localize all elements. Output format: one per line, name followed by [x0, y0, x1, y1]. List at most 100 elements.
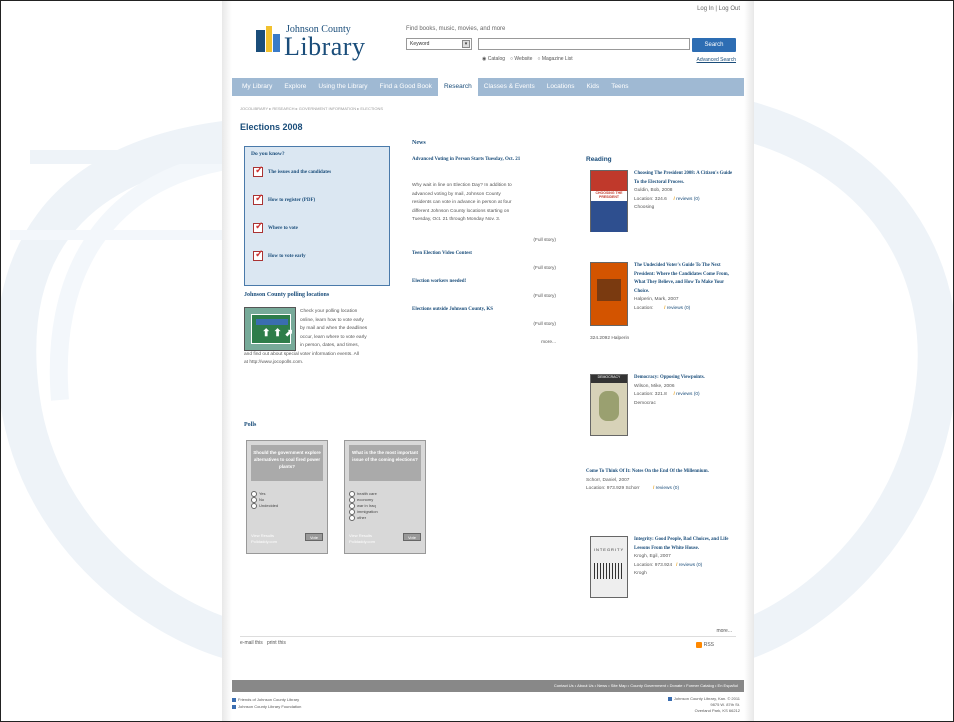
login-logout-links[interactable]: Log In | Log Out — [697, 6, 740, 12]
book-reviews-link[interactable]: reviews (0) — [673, 197, 699, 202]
search-button[interactable]: Search — [692, 38, 736, 52]
page-actions: e-mail this print this — [240, 640, 286, 646]
news-title: News — [412, 140, 426, 146]
reading-column: Reading CHOOSING THE PRESIDENT Choosing T… — [586, 156, 736, 598]
book-location: Location: 321.8 — [634, 392, 667, 397]
book-author: Schorr, Daniel, 2007 — [586, 477, 630, 483]
full-story-link[interactable]: (Full story) — [533, 294, 556, 299]
arrow-icon: ⬆⬆⬈ — [262, 328, 297, 339]
news-more-link[interactable]: more... — [541, 340, 556, 345]
nav-teens[interactable]: Teens — [605, 78, 634, 96]
search-scope-radios: ◉ Catalog ○ Website ○ Magazine List — [482, 56, 573, 62]
dyk-link-register[interactable]: How to register (PDF) — [253, 193, 315, 205]
poll-vote-button[interactable]: Vote — [305, 533, 323, 541]
do-you-know-title: Do you know? — [251, 151, 285, 157]
poll-results-link[interactable]: View Results Polldaddy.com — [251, 533, 277, 545]
news-headline[interactable]: Teen Election Video Contest — [412, 250, 556, 259]
dyk-link-issues[interactable]: The issues and the candidates — [253, 165, 331, 177]
nav-classes-events[interactable]: Classes & Events — [478, 78, 541, 96]
library-logo[interactable]: Johnson County Library — [256, 22, 366, 62]
search-type-value: Keyword — [410, 41, 430, 47]
radio-magazine-list[interactable]: ○ Magazine List — [537, 56, 572, 62]
news-column: News Advanced Voting in Person Starts Tu… — [412, 140, 556, 345]
nav-using-the-library[interactable]: Using the Library — [312, 78, 373, 96]
reading-more-link[interactable]: more... — [716, 628, 732, 634]
book-title[interactable]: Democracy: Opposing Viewpoints. — [634, 374, 738, 383]
footer-links-bar[interactable]: Contact Us • About Us • News • Site Map … — [232, 680, 744, 692]
book-reviews-link[interactable]: reviews (0) — [673, 392, 699, 397]
book-reviews-link[interactable]: reviews (0) — [664, 306, 690, 311]
print-this-link[interactable]: print this — [267, 640, 286, 646]
book-author: Halperin, Mark, 2007 — [634, 297, 679, 302]
book-cover[interactable] — [590, 262, 628, 326]
dyk-link-where-to-vote[interactable]: Where to vote — [253, 221, 298, 233]
book-callnumber: Democrac — [634, 400, 656, 406]
book-info: Come To Think Of It: Notes On the End Of… — [586, 468, 736, 494]
nav-research[interactable]: Research — [437, 78, 478, 96]
book-title[interactable]: Come To Think Of It: Notes On the End Of… — [586, 468, 736, 477]
book-info: Democracy: Opposing Viewpoints. Wilson, … — [634, 374, 738, 408]
poll-vote-button[interactable]: Vote — [403, 533, 421, 541]
book-reviews-link[interactable]: reviews (0) — [653, 486, 679, 491]
poll-option[interactable]: Undecided — [251, 503, 278, 509]
book-callnumber: Krogh — [634, 571, 647, 576]
radio-catalog[interactable]: ◉ Catalog — [482, 56, 505, 62]
book-title[interactable]: Integrity: Good People, Bad Choices, and… — [634, 536, 738, 553]
book-cover[interactable]: CHOOSING THE PRESIDENT — [590, 170, 628, 232]
checkbox-icon — [253, 193, 263, 205]
nav-kids[interactable]: Kids — [581, 78, 606, 96]
rss-link[interactable]: RSS — [695, 642, 714, 648]
book-title[interactable]: Choosing The President 2008: A Citizen's… — [634, 170, 738, 187]
search-label: Find books, music, movies, and more — [406, 26, 506, 32]
full-story-link[interactable]: (Full story) — [533, 238, 556, 243]
news-headline[interactable]: Elections outside Johnson County, KS — [412, 306, 556, 315]
book-reviews-link[interactable]: reviews (0) — [676, 563, 702, 568]
poll-card: Should the government explore alternativ… — [246, 440, 328, 554]
checkbox-icon — [253, 165, 263, 177]
nav-find-a-good-book[interactable]: Find a Good Book — [374, 78, 438, 96]
friends-link[interactable]: Friends of Johnson County Library — [232, 696, 301, 703]
right-background-decoration — [744, 0, 954, 722]
radio-website[interactable]: ○ Website — [510, 56, 532, 62]
jocopolls-link[interactable]: at http://www.jocopolls.com. — [244, 359, 390, 368]
book-location: Location: 973.929 Schorr — [586, 486, 640, 491]
friends-icon — [232, 697, 236, 702]
book-cover[interactable]: INTEGRITY — [590, 536, 628, 598]
book-info: Choosing The President 2008: A Citizen's… — [634, 170, 738, 213]
book-title[interactable]: The Undecided Voter's Guide To The Next … — [634, 262, 738, 296]
library-page: Log In | Log Out Johnson County Library … — [232, 0, 744, 722]
polling-sign-image[interactable]: ⬆⬆⬈ — [244, 307, 296, 351]
book-callnumber: Choosing — [634, 205, 655, 210]
poll-question: What is the the most important issue of … — [349, 445, 421, 481]
email-this-link[interactable]: e-mail this — [240, 640, 263, 646]
footer-address: Johnson County Library, Kan. © 2011 9875… — [667, 696, 740, 714]
breadcrumb[interactable]: JOCOLIBRARY ▸ RESEARCH ▸ GOVERNMENT INFO… — [240, 106, 383, 111]
news-headline[interactable]: Election workers needed! — [412, 278, 556, 287]
book-info: Integrity: Good People, Bad Choices, and… — [634, 536, 738, 579]
poll-results-link[interactable]: View Results Polldaddy.com — [349, 533, 375, 545]
dyk-link-vote-early[interactable]: How to vote early — [253, 249, 306, 261]
nav-locations[interactable]: Locations — [541, 78, 581, 96]
page-shadow-left — [222, 0, 232, 722]
book-info: The Undecided Voter's Guide To The Next … — [634, 262, 738, 313]
search-input[interactable] — [478, 38, 690, 50]
do-you-know-box: Do you know? The issues and the candidat… — [244, 146, 390, 286]
news-headline[interactable]: Advanced Voting in Person Starts Tuesday… — [412, 156, 556, 165]
book-cover[interactable]: DEMOCRACY — [590, 374, 628, 436]
advanced-search-link[interactable]: Advanced Search — [697, 57, 736, 63]
full-story-link[interactable]: (Full story) — [533, 322, 556, 327]
book-location: Location: — [634, 305, 654, 311]
poll-option[interactable]: other — [349, 515, 378, 521]
search-type-select[interactable]: Keyword ▾ — [406, 38, 472, 50]
book-author: Wilson, Mike, 2006 — [634, 383, 675, 389]
nav-my-library[interactable]: My Library — [236, 78, 278, 96]
footer-left-links: Friends of Johnson County Library Johnso… — [232, 696, 301, 710]
book-callnumber: 324.2092 Halperin — [590, 336, 630, 341]
library-mini-logo-icon — [667, 696, 672, 701]
foundation-link[interactable]: Johnson County Library Foundation — [232, 703, 301, 710]
rss-icon — [695, 642, 702, 648]
news-body: Why wait in line on Election Day? In add… — [412, 183, 512, 222]
nav-explore[interactable]: Explore — [278, 78, 312, 96]
left-background-decoration — [0, 0, 232, 722]
full-story-link[interactable]: (Full story) — [533, 266, 556, 271]
